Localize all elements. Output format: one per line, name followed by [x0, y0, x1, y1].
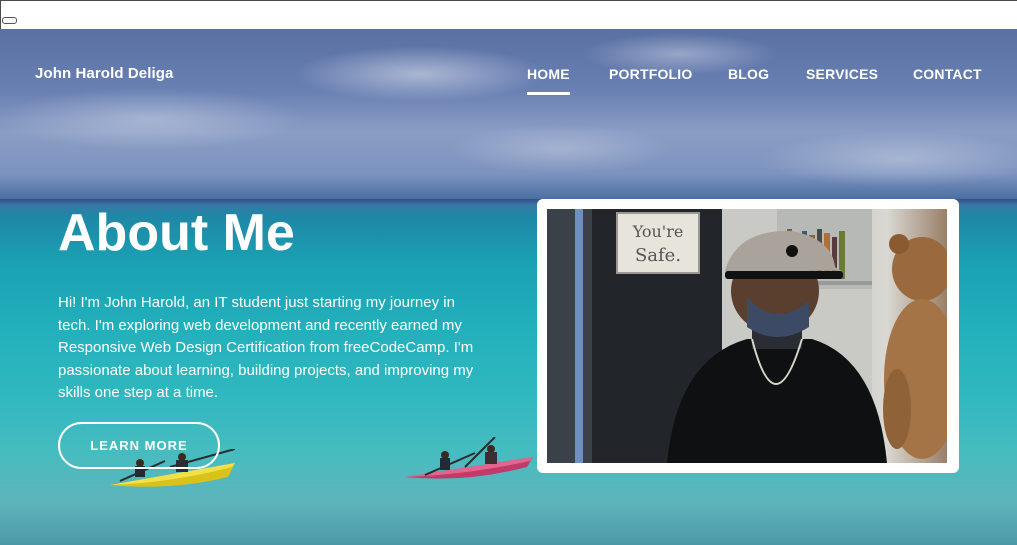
nav-services[interactable]: SERVICES: [806, 66, 878, 82]
browser-top-strip: [0, 0, 1017, 29]
main-nav: HOME PORTFOLIO BLOG SERVICES CONTACT: [0, 66, 1017, 96]
nav-home[interactable]: HOME: [527, 66, 570, 95]
nav-contact[interactable]: CONTACT: [913, 66, 982, 82]
profile-photo-illustration: You're Safe.: [547, 209, 947, 463]
intro-paragraph: Hi! I'm John Harold, an IT student just …: [58, 294, 474, 401]
page-title: About Me: [58, 204, 295, 262]
nav-blog[interactable]: BLOG: [728, 66, 769, 82]
nav-portfolio[interactable]: PORTFOLIO: [609, 66, 692, 82]
profile-photo-frame: You're Safe.: [537, 199, 959, 473]
sign-line-2: Safe.: [635, 245, 681, 266]
kayak-pink-image: [405, 437, 533, 479]
hero-section: John Harold Deliga HOME PORTFOLIO BLOG S…: [0, 29, 1017, 545]
profile-photo: You're Safe.: [547, 209, 947, 463]
sign-line-1: You're: [632, 222, 684, 241]
sky-clouds: [0, 29, 1017, 204]
tab-handle-icon[interactable]: [2, 17, 17, 24]
learn-more-button[interactable]: LEARN MORE: [58, 422, 220, 469]
